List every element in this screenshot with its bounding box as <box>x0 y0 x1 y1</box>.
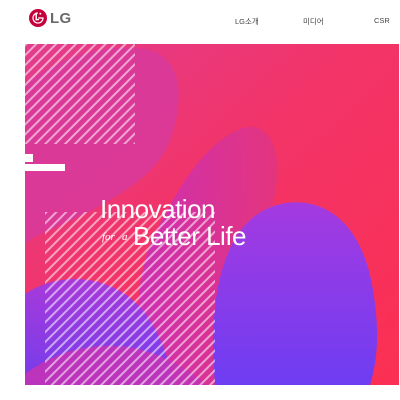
top-header: LG LG소개 미디어 CSR <box>0 0 400 44</box>
nav-item-csr[interactable]: CSR <box>374 16 390 25</box>
brand-name: LG <box>50 9 72 27</box>
hero-headline-better-life: Better Life <box>133 221 247 251</box>
nav-item-about[interactable]: LG소개 <box>235 16 259 27</box>
hero-subtext-a: a <box>122 231 128 243</box>
nav-item-media[interactable]: 미디어 <box>303 16 324 27</box>
lg-logo[interactable]: LG <box>29 9 71 27</box>
hero-banner: Innovation for a Better Life <box>25 44 399 385</box>
hero-subtext-for: for <box>102 231 115 243</box>
lg-face-logo-icon <box>29 9 47 27</box>
